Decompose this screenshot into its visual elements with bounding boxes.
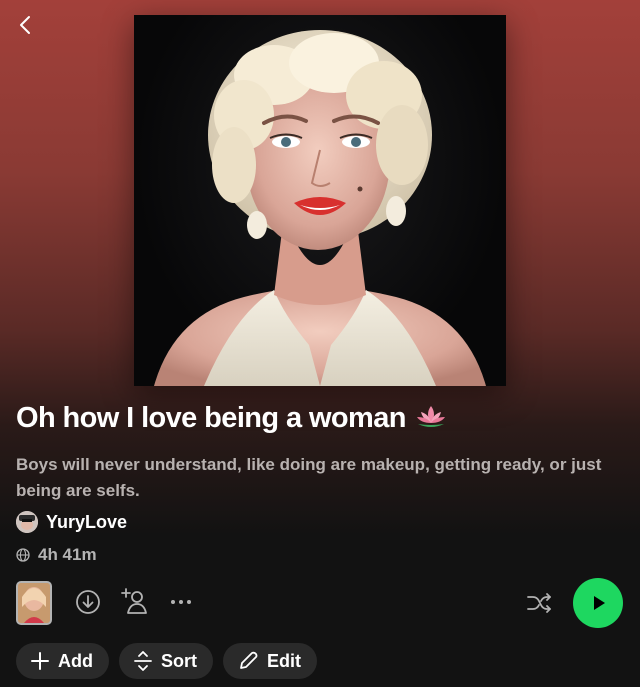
download-button[interactable] — [74, 588, 102, 616]
chevron-left-icon — [20, 16, 30, 34]
playlist-duration: 4h 41m — [38, 545, 97, 564]
sort-button-label: Sort — [161, 650, 197, 671]
playlist-description: Boys will never understand, like doing a… — [16, 455, 602, 500]
plus-icon — [31, 652, 49, 670]
shuffle-button[interactable] — [524, 588, 554, 618]
more-icon — [171, 600, 191, 604]
owner-avatar — [16, 511, 38, 533]
add-user-icon — [121, 588, 147, 614]
add-button-label: Add — [58, 650, 93, 671]
owner-name[interactable]: YuryLove — [46, 512, 127, 533]
more-options-button[interactable] — [168, 590, 194, 614]
playlist-thumbnail-button[interactable] — [16, 581, 52, 625]
edit-button[interactable]: Edit — [223, 643, 317, 679]
play-button[interactable] — [573, 578, 623, 628]
sort-button[interactable]: Sort — [119, 643, 213, 679]
sort-icon — [134, 651, 152, 671]
play-icon — [594, 596, 605, 610]
shuffle-icon — [527, 593, 551, 613]
invite-collaborator-button[interactable] — [120, 586, 150, 616]
action-bar — [0, 578, 640, 628]
playlist-title: Oh how I love being a woman — [16, 402, 616, 436]
back-button[interactable] — [14, 12, 36, 38]
playlist-cover-image — [134, 15, 506, 386]
chip-row: Add Sort Edit — [16, 643, 317, 679]
pencil-icon — [240, 651, 258, 669]
playlist-meta: 4h 41m — [16, 544, 97, 566]
playlist-owner[interactable]: YuryLove — [16, 510, 127, 534]
download-icon — [76, 590, 100, 614]
lotus-icon — [415, 403, 447, 436]
playlist-title-text: Oh how I love being a woman — [16, 402, 406, 434]
add-button[interactable]: Add — [16, 643, 109, 679]
globe-icon — [16, 548, 30, 562]
edit-button-label: Edit — [267, 650, 301, 671]
